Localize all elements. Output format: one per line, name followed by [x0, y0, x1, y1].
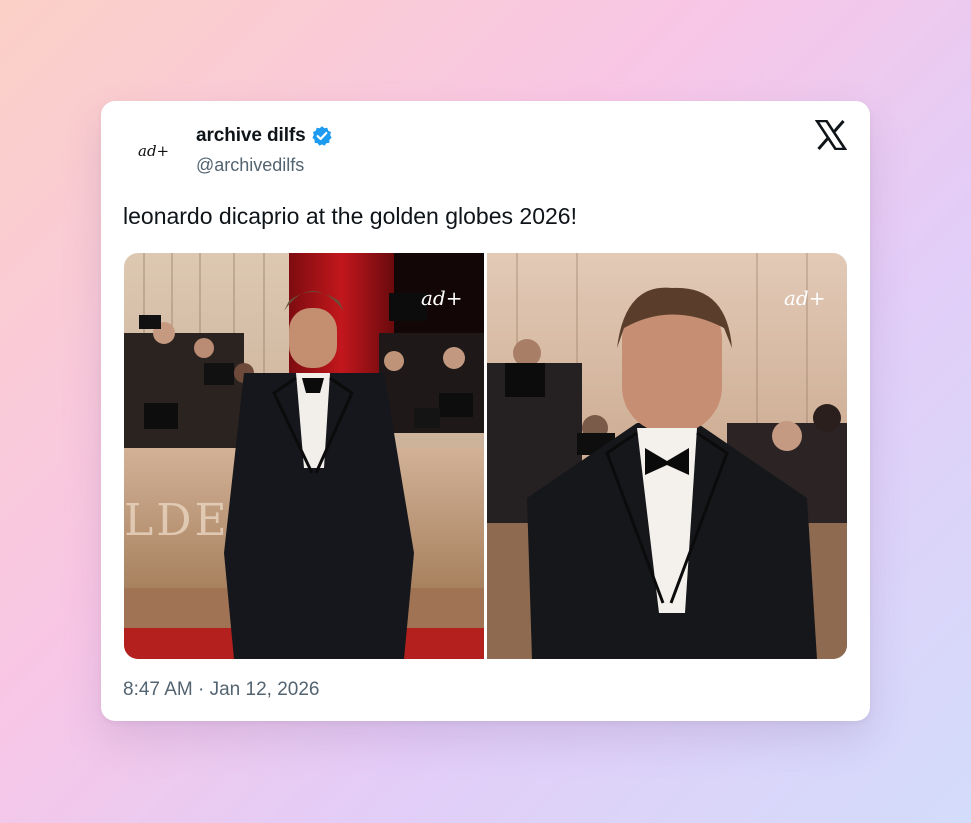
photo-left-image: LDEN ES ad+ [124, 253, 484, 659]
user-handle[interactable]: @archivedilfs [196, 155, 304, 176]
display-name[interactable]: archive dilfs [196, 125, 306, 147]
photo-right-image: ad+ [487, 253, 847, 659]
verified-badge-icon [311, 125, 333, 147]
photo-watermark: ad+ [421, 286, 462, 310]
avatar[interactable]: ad+ [121, 128, 177, 174]
tweet-card: ad+ archive dilfs @archivedilfs leonardo… [101, 101, 870, 721]
photo-watermark: ad+ [784, 286, 825, 310]
media-grid[interactable]: LDEN ES ad+ [124, 253, 847, 659]
avatar-logo: ad+ [138, 142, 169, 160]
name-row: archive dilfs [196, 124, 333, 148]
avatar-text: ad+ [138, 142, 169, 160]
tweet-timestamp[interactable]: 8:47 AM · Jan 12, 2026 [123, 679, 319, 701]
x-logo-icon[interactable] [814, 119, 848, 151]
tweet-text: leonardo dicaprio at the golden globes 2… [123, 203, 577, 229]
photo-red-carpet-full[interactable]: LDEN ES ad+ [124, 253, 484, 659]
timestamp-separator: · [198, 679, 205, 700]
tweet-date: Jan 12, 2026 [209, 679, 320, 700]
tweet-time: 8:47 AM [123, 679, 193, 700]
photo-red-carpet-closeup[interactable]: ad+ [487, 253, 847, 659]
